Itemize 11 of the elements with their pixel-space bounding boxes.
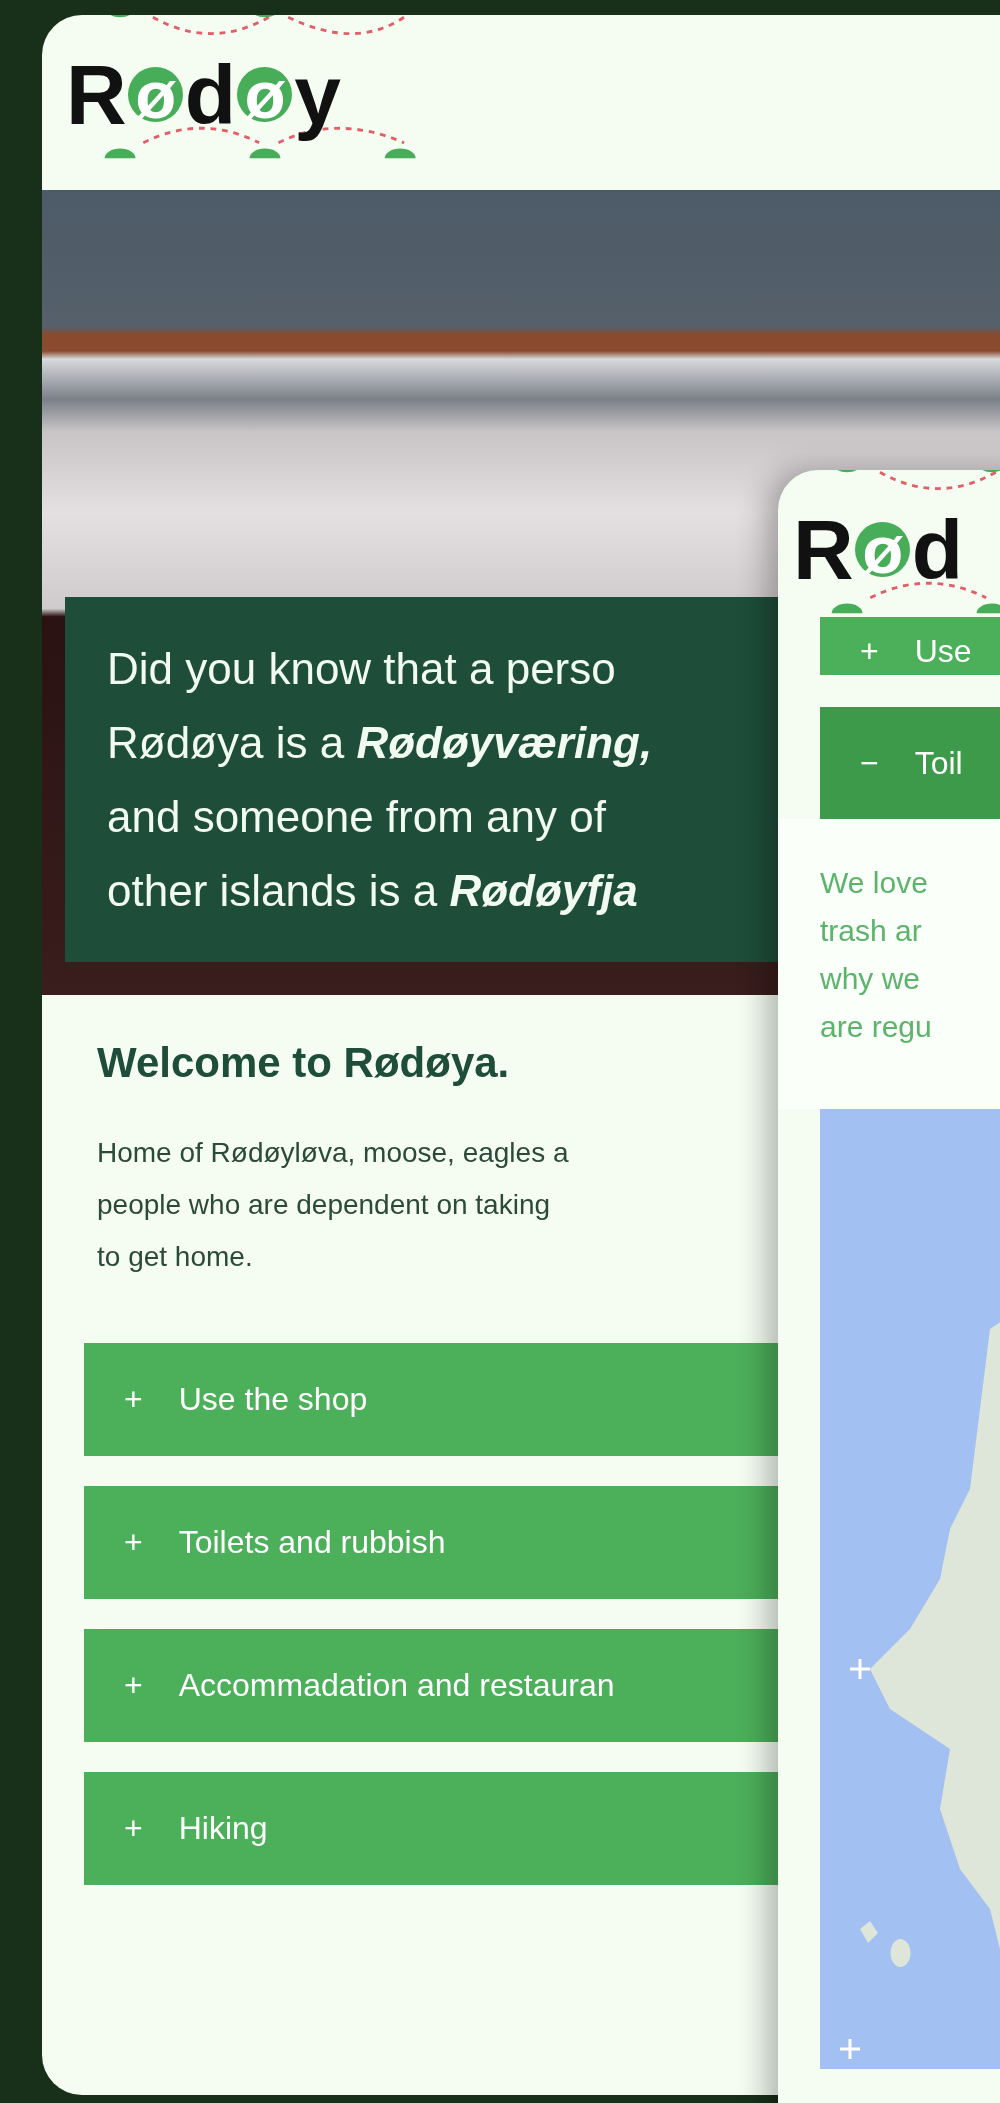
welcome-title: Welcome to Rødøya. [97,1039,511,1087]
accordion-button[interactable]: + Use the shop [84,1343,778,1456]
accordion-text: We love trash ar why we are regu [820,865,933,1045]
accordion-button[interactable]: + Use [820,617,1000,675]
logo[interactable]: Rød [793,507,963,592]
accordion-button[interactable]: − Toil [820,707,1000,819]
accordion-button[interactable]: + Accommadation and restauran [84,1629,778,1742]
welcome-text: Home of Rødøyløva, moose, eagles a people who are dependent on taking to get home. [97,1136,570,1274]
fact-text: Did you know that a perso Rødøya is a Rødøyværing, and someone from any of other islands is a Rødøyfja [107,642,653,917]
accordion-button[interactable]: + Toilets and rubbish [84,1486,778,1599]
accordion-button[interactable]: + Hiking [84,1772,778,1885]
